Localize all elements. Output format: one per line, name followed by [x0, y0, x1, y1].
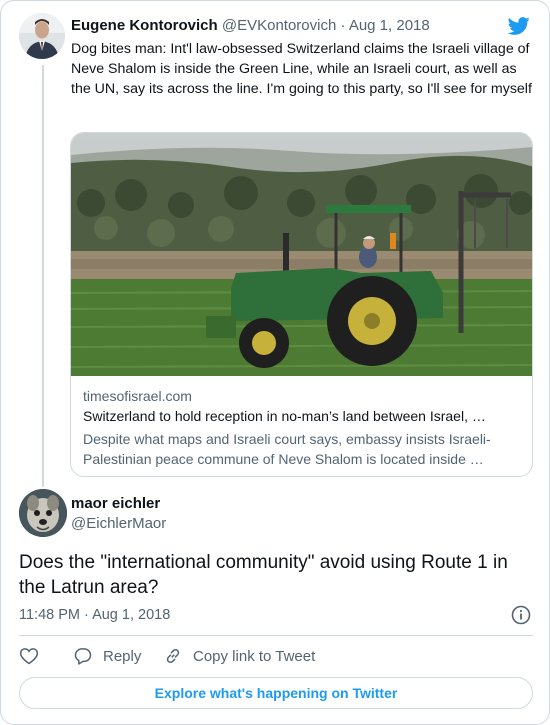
link-card-domain: timesofisrael.com	[83, 388, 192, 404]
link-card-description: Despite what maps and Israeli court says…	[83, 431, 491, 467]
main-author-avatar[interactable]	[19, 489, 67, 537]
main-tweet-text: Does the "international community" avoid…	[19, 552, 508, 598]
header-separator: ·	[336, 17, 349, 34]
dog-avatar-image	[19, 489, 67, 537]
thread-connector-line	[42, 65, 44, 487]
info-icon[interactable]	[511, 605, 531, 625]
reply-label: Reply	[103, 647, 142, 665]
parent-tweet-date[interactable]: Aug 1, 2018	[349, 17, 430, 34]
link-preview-card[interactable]: timesofisrael.com Switzerland to hold re…	[70, 132, 533, 477]
tractor-in-field-photo	[71, 133, 532, 376]
reply-button[interactable]: Reply	[73, 646, 141, 666]
parent-tweet-header: Eugene Kontorovich @EVKontorovich · Aug …	[71, 17, 430, 34]
twitter-bird-icon[interactable]	[507, 15, 531, 37]
main-author-name[interactable]: maor eichler	[71, 495, 160, 512]
parent-author-handle[interactable]: @EVKontorovich	[222, 17, 336, 34]
main-author-handle[interactable]: @EichlerMaor	[71, 515, 166, 532]
like-button[interactable]	[19, 646, 49, 666]
link-icon	[166, 648, 180, 664]
parent-tweet-text: Dog bites man: Int'l law-obsessed Switze…	[71, 41, 532, 97]
heart-icon	[19, 648, 39, 665]
parent-author-name[interactable]: Eugene Kontorovich	[71, 17, 218, 34]
copy-link-label: Copy link to Tweet	[193, 647, 316, 665]
embedded-tweet-card: Eugene Kontorovich @EVKontorovich · Aug …	[0, 0, 550, 725]
link-card-title[interactable]: Switzerland to hold reception in no-man’…	[83, 408, 523, 424]
person-avatar-image	[19, 13, 65, 59]
divider	[19, 635, 533, 636]
copy-link-button[interactable]: Copy link to Tweet	[163, 646, 315, 666]
explore-twitter-button[interactable]: Explore what's happening on Twitter	[19, 677, 533, 709]
tweet-timestamp[interactable]: 11:48 PM · Aug 1, 2018	[19, 607, 170, 623]
parent-avatar[interactable]	[19, 13, 65, 59]
speech-bubble-icon	[74, 648, 92, 665]
